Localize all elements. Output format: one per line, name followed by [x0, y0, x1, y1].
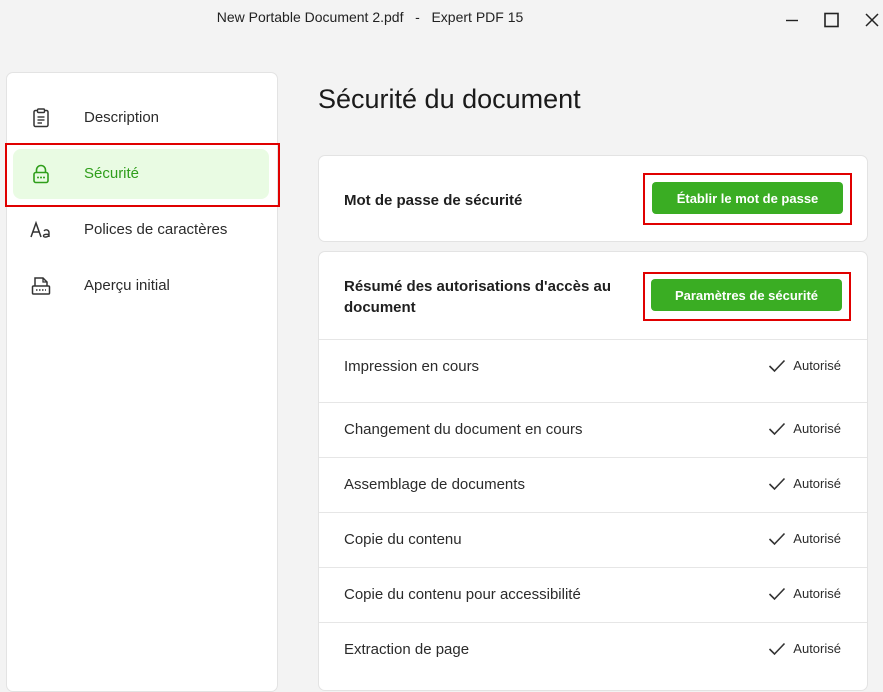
permission-status-text: Autorisé [793, 531, 841, 546]
check-icon [768, 532, 786, 546]
table-row: Copie du contenu Autorisé [319, 512, 867, 567]
clipboard-icon [29, 106, 53, 130]
password-card: Mot de passe de sécurité Établir le mot … [318, 155, 868, 242]
permission-label: Assemblage de documents [344, 476, 525, 493]
set-password-button[interactable]: Établir le mot de passe [652, 182, 843, 214]
sidebar-item-security[interactable]: Sécurité [13, 149, 269, 199]
permission-status-text: Autorisé [793, 421, 841, 436]
permission-label: Copie du contenu pour accessibilité [344, 586, 581, 603]
permissions-heading-line2: document [344, 299, 416, 316]
permission-status: Autorisé [768, 641, 841, 656]
permission-status: Autorisé [768, 476, 841, 491]
table-row: Copie du contenu pour accessibilité Auto… [319, 567, 867, 622]
permission-status: Autorisé [768, 358, 841, 373]
sidebar-item-label: Description [84, 109, 160, 126]
sidebar-item-description[interactable]: Description [13, 93, 269, 143]
permission-status: Autorisé [768, 586, 841, 601]
permissions-heading-line1: Résumé des autorisations d'accès au [344, 278, 612, 295]
security-settings-button[interactable]: Paramètres de sécurité [651, 279, 842, 311]
sidebar-item-label: Aperçu initial [84, 277, 170, 294]
permission-status: Autorisé [768, 421, 841, 436]
permissions-card-heading: Résumé des autorisations d'accès au docu… [344, 276, 644, 318]
permission-status-text: Autorisé [793, 586, 841, 601]
permission-label: Impression en cours [344, 358, 480, 375]
permission-status-text: Autorisé [793, 358, 841, 373]
sidebar: Description Sécurité Polices de caractèr… [6, 72, 278, 692]
permission-status: Autorisé [768, 531, 841, 546]
check-icon [768, 359, 786, 373]
permission-label: Extraction de page [344, 641, 470, 658]
table-row: Changement du document en cours Autorisé [319, 402, 867, 457]
font-icon [29, 218, 53, 242]
table-row: Impression en cours Autorisé [319, 339, 867, 394]
check-icon [768, 477, 786, 491]
maximize-icon[interactable] [820, 8, 844, 32]
sidebar-item-initial-view[interactable]: Aperçu initial [13, 261, 269, 311]
sidebar-item-label: Polices de caractères [84, 221, 228, 238]
table-row: Assemblage de documents Autorisé [319, 457, 867, 512]
window-title: New Portable Document 2.pdf - Expert PDF… [216, 9, 524, 25]
sidebar-item-label: Sécurité [84, 165, 140, 182]
password-card-heading: Mot de passe de sécurité [344, 192, 523, 209]
lock-icon [29, 162, 53, 186]
title-bar: New Portable Document 2.pdf - Expert PDF… [0, 0, 883, 40]
minimize-icon[interactable] [780, 8, 804, 32]
permission-label: Copie du contenu [344, 531, 462, 548]
permissions-card: Résumé des autorisations d'accès au docu… [318, 251, 868, 691]
check-icon [768, 422, 786, 436]
permission-status-text: Autorisé [793, 476, 841, 491]
page-title: Sécurité du document [318, 84, 581, 114]
sidebar-item-fonts[interactable]: Polices de caractères [13, 205, 269, 255]
table-row: Extraction de page Autorisé [319, 622, 867, 677]
permission-status-text: Autorisé [793, 641, 841, 656]
permission-label: Changement du document en cours [344, 421, 583, 438]
close-icon[interactable] [860, 8, 883, 32]
page-view-icon [29, 274, 53, 298]
check-icon [768, 642, 786, 656]
check-icon [768, 587, 786, 601]
